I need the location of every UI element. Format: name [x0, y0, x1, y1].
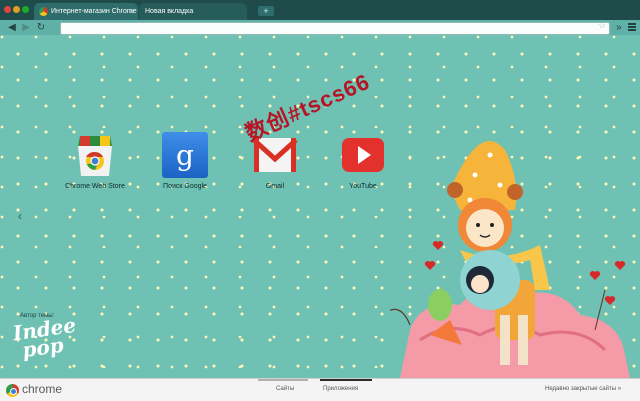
tab-indicator-sites [258, 379, 308, 381]
forward-button[interactable]: ▶ [20, 20, 32, 35]
chrome-web-store-icon [72, 132, 118, 178]
footer-bar: chrome Сайты Приложения Недавно закрытые… [0, 378, 640, 401]
footer-tab-sites[interactable]: Сайты [276, 386, 294, 392]
chrome-logo-icon [6, 384, 19, 397]
bookmark-star-icon[interactable]: ☆ [598, 20, 606, 31]
app-tile-chrome-web-store[interactable]: Chrome Web Store [55, 132, 135, 190]
back-button[interactable]: ◀ [6, 20, 18, 35]
app-tile-youtube[interactable]: YouTube [323, 132, 403, 190]
youtube-icon [340, 132, 386, 178]
close-tab-icon[interactable]: × [129, 3, 134, 20]
chrome-favicon-icon [39, 7, 48, 16]
footer-tab-apps[interactable]: Приложения [323, 386, 358, 392]
address-bar[interactable] [60, 22, 610, 35]
tab-strip: Интернет-магазин Chrome × Новая вкладка … [0, 0, 640, 20]
menu-icon[interactable] [628, 23, 636, 32]
chrome-brand-text: chrome [22, 382, 63, 396]
svg-text:g: g [176, 139, 194, 172]
tab-label: Новая вкладка [145, 8, 194, 15]
theme-illustration [390, 141, 630, 378]
app-label: YouTube [349, 183, 377, 190]
new-tab-button[interactable]: + [258, 6, 274, 16]
bookmarks-overflow-icon[interactable]: » [616, 20, 622, 35]
google-search-icon: g [162, 132, 208, 178]
minimize-window-button[interactable] [13, 6, 20, 13]
tab-indicator-apps [320, 379, 372, 381]
zoom-window-button[interactable] [22, 6, 29, 13]
close-window-button[interactable] [4, 6, 11, 13]
app-label: Chrome Web Store [65, 183, 125, 190]
toolbar: ◀ ▶ ↻ ☆ » [0, 20, 640, 35]
tab-new-tab[interactable]: Новая вкладка [139, 3, 247, 20]
new-tab-page: Chrome Web Store g Поиск Google Gmail Yo… [0, 35, 640, 378]
previous-page-arrow-icon[interactable]: ‹ [18, 209, 22, 223]
reload-button[interactable]: ↻ [35, 20, 47, 35]
app-tile-gmail[interactable]: Gmail [235, 132, 315, 190]
app-label: Поиск Google [163, 183, 207, 190]
tab-label: Интернет-магазин Chrome [51, 8, 137, 15]
recently-closed-link[interactable]: Недавно закрытые сайты » [545, 386, 621, 392]
tab-web-store[interactable]: Интернет-магазин Chrome × [34, 3, 138, 20]
app-tile-google-search[interactable]: g Поиск Google [145, 132, 225, 190]
app-label: Gmail [265, 183, 285, 190]
